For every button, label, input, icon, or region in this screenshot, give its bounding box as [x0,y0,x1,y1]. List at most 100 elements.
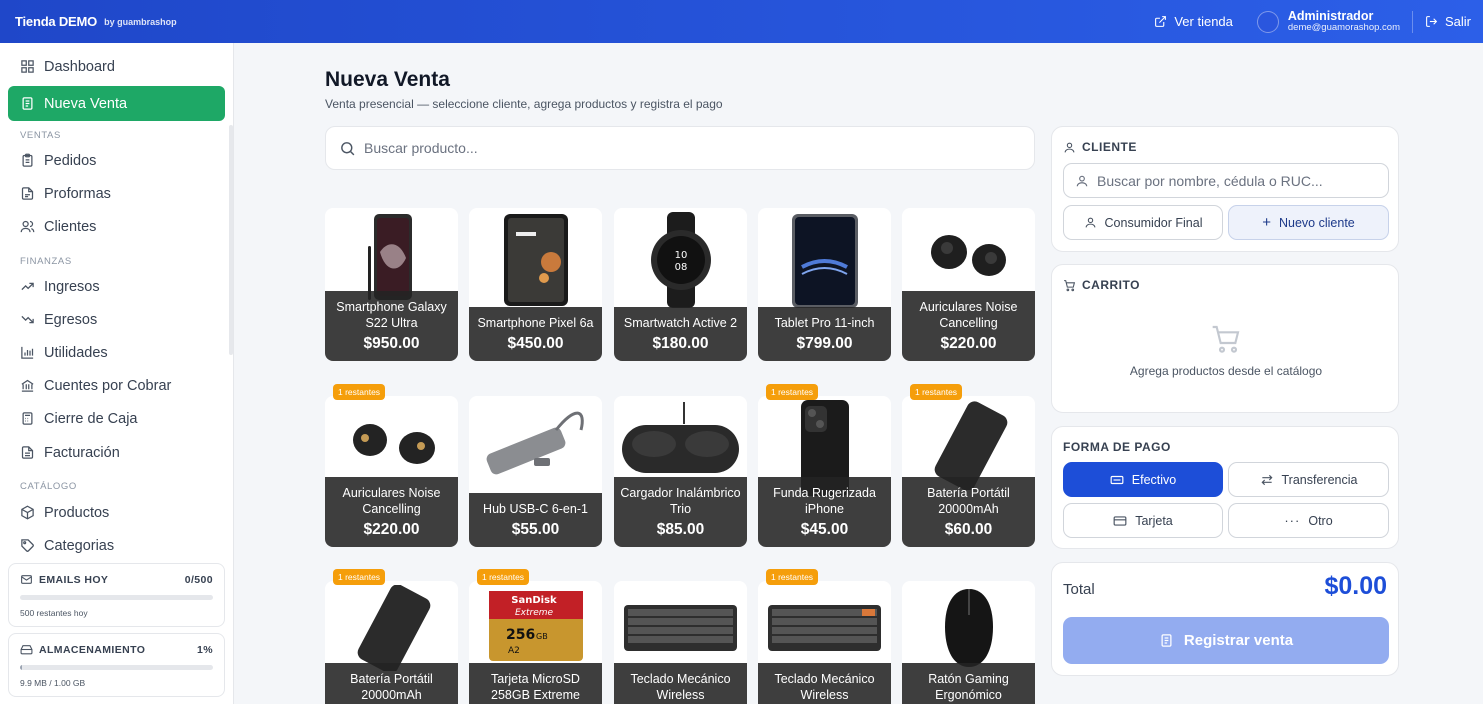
sidebar-item-pedidos[interactable]: Pedidos [8,143,225,178]
package-icon [21,505,34,520]
user-info: Administrador deme@guamorashop.com [1287,9,1400,34]
product-card[interactable]: 1 restantes SanDisk Extreme 256 GB A2 Ta… [469,569,602,704]
transfer-icon [1261,474,1273,485]
product-card[interactable]: Tablet Pro 11-inch $799.00 [758,208,891,361]
product-price: $799.00 [796,335,853,352]
avatar[interactable] [1256,10,1279,33]
product-card[interactable]: Smartphone Pixel 6a $450.00 [469,208,602,361]
product-card[interactable]: 1 restantes Auriculares Noise Cancelling… [325,384,458,547]
stock-badge: 1 restantes [333,569,386,585]
powerbank-image [357,585,430,671]
sidebar-item-cierre-de-caja[interactable]: Cierre de Caja [8,401,225,436]
product-card[interactable]: Auriculares Noise Cancelling $220.00 [902,208,1035,361]
product-info: Cargador Inalámbrico Trio $85.00 [614,477,747,547]
product-price: $60.00 [944,521,993,538]
sidebar-item-clientes[interactable]: Clientes [8,209,225,244]
product-card[interactable]: 10 08 Smartwatch Active 2 $180.00 [614,208,747,361]
sidebar-item-label: Egresos [44,311,98,328]
storage-progress-bar [20,665,213,670]
product-name: Tarjeta MicroSD 258GB Extreme [491,672,580,702]
sidebar-item-utilidades[interactable]: Utilidades [8,335,225,370]
register-sale-button[interactable]: Registrar venta [1063,617,1389,664]
sidebar-item-categorias[interactable]: Categorias [8,528,225,563]
sidebar-item-productos[interactable]: Productos [8,495,225,530]
payment-otro-button[interactable]: ··· Otro [1228,503,1389,538]
stock-badge: 1 restantes [477,569,530,585]
product-price: $180.00 [652,335,709,352]
sidebar-item-label: Categorias [44,537,115,554]
receipt-icon [1161,634,1172,647]
payment-tarjeta-button[interactable]: Tarjeta [1063,503,1223,538]
calculator-icon [22,412,33,425]
sidebar-item-ingresos[interactable]: Ingresos [8,269,225,304]
storage-usage-card: ALMACENAMIENTO 1% 9.9 MB / 1.00 GB [8,633,225,697]
new-client-button[interactable]: + Nuevo cliente [1228,205,1389,240]
sidebar-scrollbar[interactable] [229,125,233,355]
sidebar-item-facturacion[interactable]: Facturación [8,435,225,470]
total-label: Total [1063,581,1095,598]
trend-up-icon [21,282,34,291]
payment-transferencia-button[interactable]: Transferencia [1228,462,1389,497]
view-store-link[interactable]: Ver tienda [1154,14,1233,29]
product-price: $85.00 [656,521,705,538]
client-search-input[interactable] [1097,172,1357,189]
product-card[interactable]: 1 restantes Batería Portátil 20000mAh [325,569,458,704]
logout-button[interactable]: Salir [1425,14,1471,29]
product-search[interactable] [325,126,1035,170]
product-info: Teclado Mecánico Wireless [758,663,891,704]
stock-badge: 1 restantes [333,384,386,400]
earbuds-image [352,424,435,464]
divider [1411,10,1413,33]
product-name: Tablet Pro 11-inch [774,316,875,330]
sidebar-item-dashboard[interactable]: Dashboard [8,49,225,84]
product-card[interactable]: Ratón Gaming Ergonómico [902,581,1035,704]
product-card[interactable]: 1 restantes Batería Portátil 20000mAh $6… [902,384,1035,547]
product-card[interactable]: Cargador Inalámbrico Trio $85.00 [614,396,747,547]
product-name: Auriculares Noise Cancelling [342,486,441,516]
consumer-final-label: Consumidor Final [1104,215,1203,230]
sidebar-item-label: Nueva Venta [44,95,128,112]
sidebar-item-proformas[interactable]: Proformas [8,176,225,211]
product-card[interactable]: 1 restantes Funda Rugerizada iPhone $45.… [758,384,891,547]
product-price: $220.00 [363,521,420,538]
new-client-label: Nuevo cliente [1279,215,1355,230]
client-panel: CLIENTE Consumidor Final + Nuevo cliente [1051,126,1399,252]
sdcard-line: Extreme [514,608,553,618]
section-finanzas: FINANZAS [20,256,72,267]
sidebar-item-label: Utilidades [44,344,108,361]
product-search-input[interactable] [364,140,964,156]
product-price: $45.00 [800,521,849,538]
user-email: deme@guamorashop.com [1287,21,1400,33]
register-sale-label: Registrar venta [1183,632,1294,649]
consumer-final-button[interactable]: Consumidor Final [1063,205,1223,240]
sidebar-item-cuentas-por-cobrar[interactable]: Cuentes por Cobrar [8,368,225,403]
product-card[interactable]: 1 restantes Teclado Mecánico Wireless [758,569,891,704]
product-price: $220.00 [940,335,997,352]
user-icon [1085,217,1095,228]
svg-text:10: 10 [674,250,687,261]
svg-text:08: 08 [674,262,687,273]
sdcard-capacity-unit: GB [536,632,548,641]
product-name: Funda Rugerizada iPhone [773,486,876,516]
sidebar-item-nueva-venta[interactable]: Nueva Venta [8,86,225,121]
product-card[interactable]: Smartphone Galaxy S22 Ultra $950.00 [325,208,458,361]
logout-icon [1426,16,1438,27]
dots-icon: ··· [1284,513,1301,528]
emails-title: EMAILS HOY [39,573,109,586]
external-link-icon [1155,16,1167,27]
brand-logo[interactable]: Tienda DEMO [15,14,97,29]
product-card[interactable]: Teclado Mecánico Wireless [614,581,747,704]
brand-byline: by guambrashop [104,16,177,27]
sidebar-item-egresos[interactable]: Egresos [8,302,225,337]
payment-efectivo-button[interactable]: Efectivo [1063,462,1223,497]
page-subtitle: Venta presencial — seleccione cliente, a… [325,97,723,111]
client-search[interactable] [1063,163,1389,198]
product-card[interactable]: Hub USB-C 6-en-1 $55.00 [469,396,602,547]
receipt-icon [22,97,33,110]
payment-option-label: Efectivo [1131,472,1177,487]
product-info: Smartphone Pixel 6a $450.00 [469,307,602,361]
stock-badge: 1 restantes [766,569,819,585]
payment-option-label: Transferencia [1281,472,1358,487]
storage-footer: 9.9 MB / 1.00 GB [20,678,86,688]
client-title: CLIENTE [1082,140,1137,154]
